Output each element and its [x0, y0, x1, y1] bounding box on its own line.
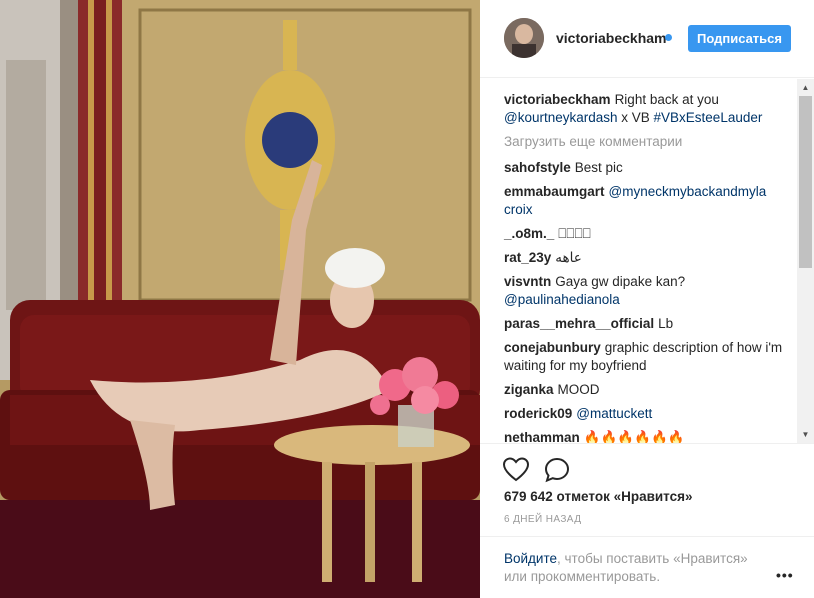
comment-item: sahofstyle Best pic — [504, 159, 796, 177]
verified-badge-icon — [665, 34, 672, 41]
comment-author[interactable]: paras__mehra__official — [504, 316, 654, 331]
comment-mention[interactable]: @mattuckett — [576, 406, 652, 421]
comment-item: rat_23y عاهه — [504, 249, 796, 267]
scroll-down-icon[interactable]: ▼ — [797, 426, 814, 443]
comment-text: MOOD — [557, 382, 600, 397]
post-photo[interactable] — [0, 0, 480, 598]
comment-item: paras__mehra__official Lb — [504, 315, 796, 333]
comment-item: conejabunbury graphic description of how … — [504, 339, 796, 375]
comment-author[interactable]: rat_23y — [504, 250, 551, 265]
login-link[interactable]: Войдите — [504, 551, 557, 566]
caption-mention[interactable]: @kourtneykardash — [504, 110, 618, 125]
load-more-comments[interactable]: Загрузить еще комментарии — [504, 133, 796, 151]
comment-text: Best pic — [574, 160, 623, 175]
comment-text: Gaya gw dipake kan? — [555, 274, 686, 289]
heart-icon[interactable] — [502, 456, 530, 484]
avatar[interactable] — [504, 18, 544, 58]
comment-author[interactable]: roderick09 — [504, 406, 572, 421]
comment-author[interactable]: _.o8m._ — [504, 226, 554, 241]
scroll-thumb[interactable] — [799, 96, 812, 268]
caption-text: Right back at you — [614, 92, 719, 107]
post-photo-image — [0, 0, 480, 598]
comment-author[interactable]: emmabaumgart — [504, 184, 605, 199]
avatar-image — [504, 18, 544, 58]
likes-count[interactable]: 679 642 отметок «Нравится» — [504, 489, 693, 504]
comment-text: ⎕⎕⎕⎕ — [558, 226, 591, 241]
comment-author[interactable]: ziganka — [504, 382, 554, 397]
comment-item: roderick09 @mattuckett — [504, 405, 796, 423]
more-options-icon[interactable]: ••• — [776, 567, 794, 583]
comment-item: ziganka MOOD — [504, 381, 796, 399]
comments-scrollbar[interactable]: ▲ ▼ — [797, 79, 814, 443]
comment-author[interactable]: sahofstyle — [504, 160, 571, 175]
follow-button[interactable]: Подписаться — [688, 25, 791, 52]
caption-hashtag[interactable]: #VBxEsteeLauder — [654, 110, 763, 125]
comment-item: visvntn Gaya gw dipake kan? @paulinahedia… — [504, 273, 796, 309]
comment-item: _.o8m._ ⎕⎕⎕⎕ — [504, 225, 796, 243]
comment-author[interactable]: conejabunbury — [504, 340, 601, 355]
caption-author[interactable]: victoriabeckham — [504, 92, 611, 107]
comment-item: emmabaumgart @myneckmybackandmyla croix — [504, 183, 796, 219]
login-prompt-text: Войдите, чтобы поставить «Нравится» или … — [504, 550, 764, 586]
post-timestamp[interactable]: 6 ДНЕЙ НАЗАД — [504, 514, 581, 525]
comment-author[interactable]: nethamman — [504, 430, 580, 443]
comment-text: 🔥🔥🔥🔥🔥🔥 — [583, 430, 685, 443]
post-author-username[interactable]: victoriabeckham — [556, 30, 667, 46]
caption: victoriabeckham Right back at you @kourtn… — [504, 91, 796, 127]
login-prompt: Войдите, чтобы поставить «Нравится» или … — [480, 536, 814, 598]
comment-mention[interactable]: @paulinahedianola — [504, 292, 620, 307]
scroll-up-icon[interactable]: ▲ — [797, 79, 814, 96]
comment-text: عاهه — [555, 250, 582, 265]
caption-middle: x VB — [617, 110, 654, 125]
comment-item: nethamman 🔥🔥🔥🔥🔥🔥 — [504, 429, 796, 443]
post-panel: victoriabeckham Подписаться victoriabeck… — [480, 0, 814, 598]
comments-list[interactable]: victoriabeckham Right back at you @kourtn… — [480, 79, 814, 443]
comment-text: Lb — [658, 316, 674, 331]
post-header: victoriabeckham Подписаться — [480, 0, 814, 78]
comment-author[interactable]: visvntn — [504, 274, 551, 289]
comment-bubble-icon[interactable] — [543, 456, 571, 484]
post-actions: 679 642 отметок «Нравится» 6 ДНЕЙ НАЗАД — [480, 443, 814, 536]
